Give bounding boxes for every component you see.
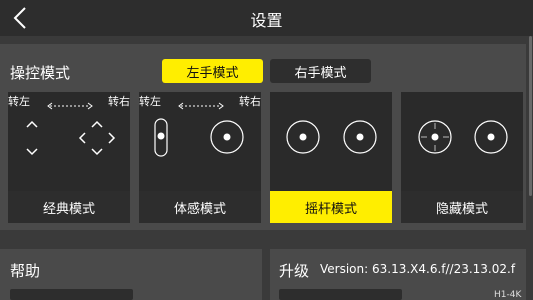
control-mode-label: 操控模式 xyxy=(10,64,71,82)
motion-mode-label: 体感模式 xyxy=(139,191,261,223)
motion-sensor-icon xyxy=(154,102,244,157)
motion-mode-card[interactable]: 转左 转右 体感模式 xyxy=(139,92,261,223)
help-item[interactable] xyxy=(10,289,133,300)
scrollbar-thumb[interactable] xyxy=(529,36,532,196)
version-text: Version: 63.13.X4.6.f//23.13.02.f xyxy=(320,262,516,276)
classic-mode-card[interactable]: 转左 转右 经典模式 xyxy=(8,92,130,223)
hidden-joystick-icon xyxy=(418,120,508,154)
help-title: 帮助 xyxy=(10,262,41,280)
classic-mode-label: 经典模式 xyxy=(8,191,130,223)
upgrade-item[interactable] xyxy=(279,289,402,300)
joystick-mode-card[interactable]: 摇杆模式 xyxy=(270,92,392,223)
hidden-mode-card[interactable]: 隐藏模式 xyxy=(401,92,523,223)
upgrade-title: 升级 xyxy=(279,262,310,280)
left-hand-mode-button[interactable]: 左手模式 xyxy=(162,59,263,83)
joystick-mode-label: 摇杆模式 xyxy=(270,191,392,223)
page-title: 设置 xyxy=(250,11,283,30)
joystick-icon xyxy=(286,120,377,154)
hidden-mode-label: 隐藏模式 xyxy=(401,191,523,223)
right-hand-mode-button[interactable]: 右手模式 xyxy=(270,59,371,83)
classic-dpad-icon xyxy=(26,102,116,156)
device-model-text: H1-4K xyxy=(494,290,522,300)
